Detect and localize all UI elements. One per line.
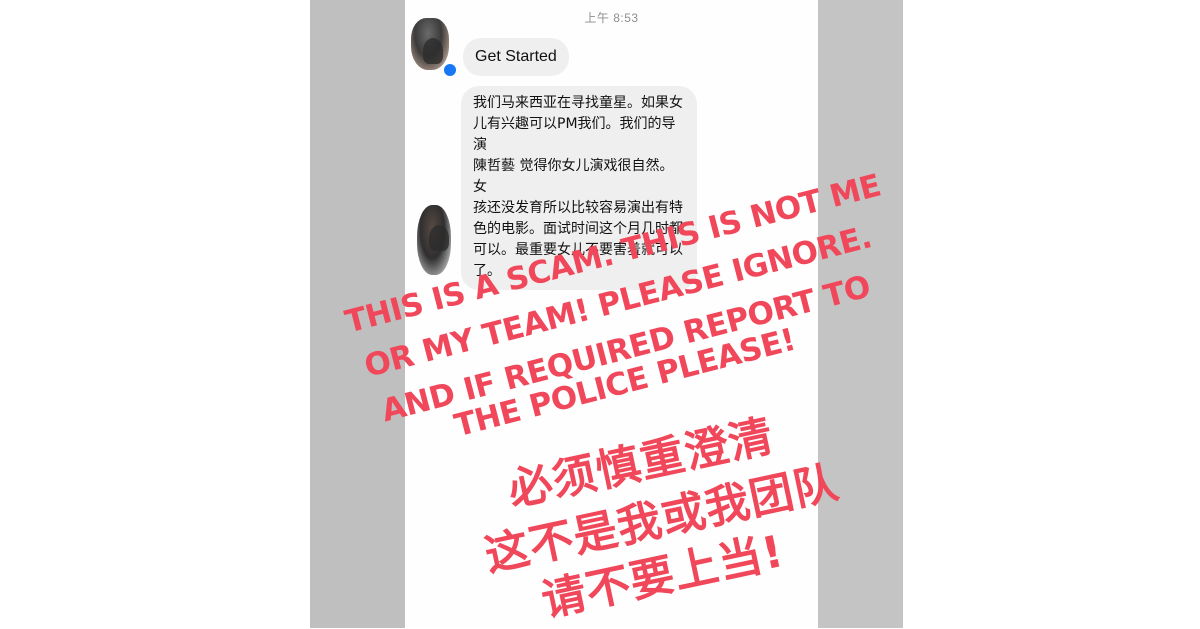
message-bubble-casting[interactable]: 我们马来西亚在寻找童星。如果女 儿有兴趣可以PM我们。我们的导演 陳哲藝 觉得你… xyxy=(461,86,697,290)
messenger-badge-icon xyxy=(442,62,458,78)
sender-avatar[interactable] xyxy=(411,18,449,70)
chat-screenshot: 上午 8:53 Get Started 我们马来西亚在寻找童星。如果女 儿有兴趣… xyxy=(405,0,818,628)
left-margin xyxy=(0,0,310,628)
sender-avatar[interactable] xyxy=(417,205,451,275)
message-bubble-get-started[interactable]: Get Started xyxy=(463,38,569,76)
right-gray-border xyxy=(818,0,903,628)
left-gray-border xyxy=(310,0,405,628)
right-margin xyxy=(903,0,1200,628)
message-timestamp: 上午 8:53 xyxy=(584,11,639,25)
